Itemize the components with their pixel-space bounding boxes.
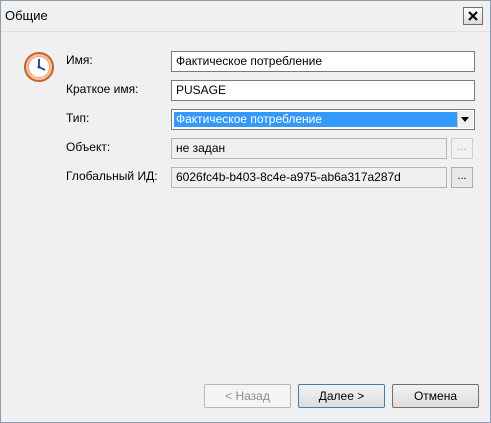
global-id-browse-button[interactable]: ... bbox=[451, 167, 473, 188]
type-dropdown-button[interactable] bbox=[457, 111, 473, 128]
object-label: Объект: bbox=[66, 140, 111, 154]
short-name-label: Краткое имя: bbox=[66, 82, 139, 96]
dialog-content: Имя: Фактическое потребление Краткое имя… bbox=[6, 33, 485, 374]
type-select[interactable]: Фактическое потребление bbox=[171, 109, 475, 130]
type-selected-value: Фактическое потребление bbox=[174, 112, 458, 127]
global-id-label: Глобальный ИД: bbox=[66, 169, 158, 183]
type-label: Тип: bbox=[66, 111, 90, 125]
name-field[interactable]: Фактическое потребление bbox=[171, 51, 475, 72]
short-name-field[interactable]: PUSAGE bbox=[171, 80, 475, 101]
window-title: Общие bbox=[5, 8, 48, 23]
close-icon bbox=[468, 11, 478, 21]
global-id-field: 6026fc4b-b403-8c4e-a975-ab6a317a287d bbox=[171, 167, 447, 188]
name-label: Имя: bbox=[66, 53, 93, 67]
dialog-window: Общие Имя: Фактическое потребление Кратк… bbox=[0, 0, 491, 423]
cancel-button[interactable]: Отмена bbox=[392, 384, 479, 408]
chevron-down-icon bbox=[461, 117, 469, 122]
next-button[interactable]: Далее > bbox=[298, 384, 385, 408]
object-field: не задан bbox=[171, 138, 447, 159]
back-button[interactable]: < Назад bbox=[204, 384, 291, 408]
object-browse-button[interactable]: ... bbox=[451, 138, 473, 159]
clock-icon bbox=[24, 52, 54, 82]
close-button[interactable] bbox=[463, 7, 483, 25]
title-bar: Общие bbox=[1, 1, 490, 32]
